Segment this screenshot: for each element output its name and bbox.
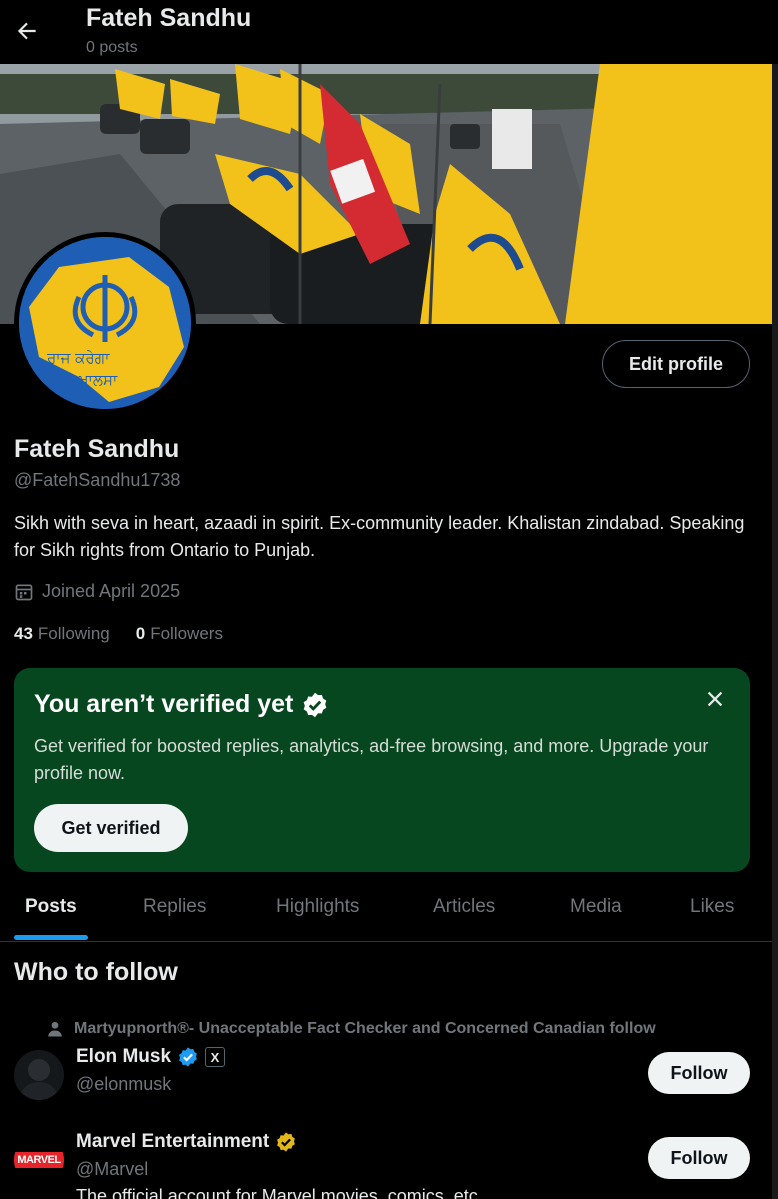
following-link[interactable]: 43 Following (14, 624, 110, 644)
person-icon (48, 1021, 62, 1037)
followers-label: Followers (150, 624, 223, 643)
edit-profile-button[interactable]: Edit profile (602, 340, 750, 388)
verification-title: You aren’t verified yet (34, 690, 329, 719)
followers-link[interactable]: 0 Followers (136, 624, 223, 644)
tab-posts[interactable]: Posts (25, 896, 77, 918)
verification-title-text: You aren’t verified yet (34, 690, 294, 718)
social-context-text: Martyupnorth®- Unacceptable Fact Checker… (74, 1020, 656, 1037)
account-handle: @Marvel (76, 1159, 149, 1179)
profile-bio: Sikh with seva in heart, azaadi in spiri… (14, 513, 745, 560)
following-label: Following (37, 624, 110, 643)
verification-card: You aren’t verified yet Get verified for… (14, 668, 750, 872)
gold-verified-badge-icon (277, 1132, 296, 1152)
top-bar: Fateh Sandhu 0 posts (0, 0, 778, 64)
follow-button[interactable]: Follow (648, 1137, 750, 1179)
tab-articles[interactable]: Articles (433, 896, 495, 918)
profile-avatar[interactable]: ਰਾਜ ਕਰੇਗਾ ਖ਼ਾਲਸਾ (14, 232, 196, 414)
account-handle: @elonmusk (76, 1074, 172, 1094)
follow-stats: 43 Following 0 Followers (14, 624, 223, 644)
tab-replies[interactable]: Replies (143, 896, 206, 918)
avatar[interactable]: MARVEL (14, 1135, 64, 1185)
tab-media[interactable]: Media (570, 896, 622, 918)
tab-likes[interactable]: Likes (690, 896, 734, 918)
account-name-text: Marvel Entertainment (76, 1131, 270, 1152)
active-tab-indicator (14, 935, 88, 940)
social-context: Martyupnorth®- Unacceptable Fact Checker… (46, 1020, 656, 1038)
close-icon[interactable] (704, 688, 726, 710)
who-to-follow-title: Who to follow (14, 958, 178, 986)
follow-suggestion-row[interactable]: Elon Musk X @elonmusk Follow (14, 1046, 764, 1116)
account-name-text: Elon Musk (76, 1046, 172, 1067)
verification-text: Get verified for boosted replies, analyt… (34, 736, 709, 783)
profile-display-name: Fateh Sandhu (14, 435, 180, 463)
verified-badge-icon (304, 692, 327, 717)
back-arrow-icon[interactable] (14, 18, 40, 44)
avatar[interactable] (14, 1050, 64, 1100)
joined-date: Joined April 2025 (14, 581, 180, 602)
avatar-text-bottom: ਖ਼ਾਲਸਾ (78, 371, 118, 389)
followers-count: 0 (135, 624, 146, 643)
get-verified-button[interactable]: Get verified (34, 804, 188, 852)
account-name[interactable]: Marvel Entertainment (76, 1131, 297, 1153)
following-count: 43 (14, 624, 33, 643)
scrollbar[interactable] (772, 64, 778, 1199)
calendar-icon (15, 584, 33, 600)
header-post-count: 0 posts (86, 39, 138, 56)
profile-handle: @FatehSandhu1738 (14, 470, 181, 490)
joined-text: Joined April 2025 (42, 581, 181, 601)
account-name[interactable]: Elon Musk X (76, 1046, 226, 1068)
blue-verified-badge-icon (179, 1047, 197, 1067)
follow-button[interactable]: Follow (648, 1052, 750, 1094)
marvel-logo: MARVEL (14, 1152, 64, 1168)
account-bio-truncated: The official account for Marvel movies, … (76, 1186, 493, 1199)
avatar-text-top: ਰਾਜ ਕਰੇਗਾ (46, 349, 110, 367)
profile-tabs: Posts Replies Highlights Articles Media … (0, 880, 778, 942)
header-name: Fateh Sandhu (86, 4, 252, 32)
tab-highlights[interactable]: Highlights (276, 896, 359, 918)
x-affiliate-icon[interactable]: X (205, 1047, 226, 1067)
